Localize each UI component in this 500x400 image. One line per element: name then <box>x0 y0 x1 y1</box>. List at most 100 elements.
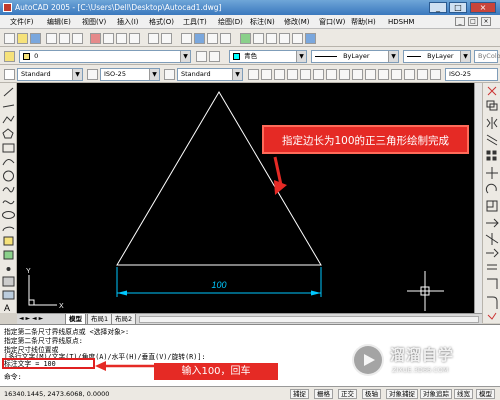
plotstyle-combo[interactable]: ByColor <box>474 50 500 63</box>
markup-icon[interactable] <box>292 33 303 44</box>
leader-icon[interactable] <box>365 69 376 80</box>
window-title: AutoCAD 2005 - [C:\Users\Dell\Desktop\Au… <box>15 3 222 12</box>
polar-toggle[interactable]: 极轴 <box>362 389 381 399</box>
aligned-dimension-icon[interactable] <box>261 69 272 80</box>
vertical-scrollbar[interactable] <box>474 83 482 313</box>
modify-toolbar <box>482 83 500 323</box>
text-style-value: Standard <box>21 70 51 78</box>
dimension-edit-icon[interactable] <box>404 69 415 80</box>
sheet-set-icon[interactable] <box>279 33 290 44</box>
open-icon[interactable] <box>17 33 28 44</box>
menu-edit[interactable]: 编辑(E) <box>47 17 71 27</box>
model-toggle[interactable]: 模型 <box>476 389 495 399</box>
text-style-icon[interactable] <box>4 69 15 80</box>
dimension-text-edit-icon[interactable] <box>417 69 428 80</box>
doc-minimize-button[interactable]: _ <box>455 17 465 26</box>
menu-hdshm[interactable]: HDSHM <box>388 17 414 27</box>
stretch-icon <box>486 218 499 228</box>
diameter-dimension-icon[interactable] <box>300 69 311 80</box>
menu-tools[interactable]: 工具(T) <box>183 17 207 27</box>
properties-icon[interactable] <box>240 33 251 44</box>
menu-help[interactable]: 帮助(H) <box>351 17 376 27</box>
menu-dimension[interactable]: 标注(N) <box>250 17 275 27</box>
color-swatch <box>233 52 240 60</box>
drawing-area[interactable]: 100 Y X <box>17 83 475 313</box>
menu-modify[interactable]: 修改(M) <box>284 17 310 27</box>
center-mark-icon[interactable] <box>391 69 402 80</box>
status-bar: 16340.1445, 2473.6068, 0.0000 捕捉 栅格 正交 极… <box>0 386 500 400</box>
copy-icon[interactable] <box>103 33 114 44</box>
osnap-toggle[interactable]: 对象捕捉 <box>386 389 418 399</box>
linetype-combo[interactable]: ByLayer ▼ <box>311 50 399 63</box>
zoom-realtime-icon[interactable] <box>194 33 205 44</box>
pan-icon[interactable] <box>181 33 192 44</box>
doc-close-button[interactable]: × <box>481 17 491 26</box>
chevron-down-icon: ▼ <box>460 51 470 62</box>
menu-draw[interactable]: 绘图(D) <box>218 17 243 27</box>
linetype-sample <box>315 55 337 57</box>
lineweight-toggle[interactable]: 线宽 <box>454 389 473 399</box>
otrack-toggle[interactable]: 对象追踪 <box>420 389 452 399</box>
menu-window[interactable]: 窗口(W) <box>319 17 345 27</box>
tool-palettes-icon[interactable] <box>266 33 277 44</box>
snap-toggle[interactable]: 捕捉 <box>290 389 309 399</box>
menu-view[interactable]: 视图(V) <box>82 17 106 27</box>
baseline-dimension-icon[interactable] <box>339 69 350 80</box>
help-icon[interactable] <box>305 33 316 44</box>
redo-icon[interactable] <box>161 33 172 44</box>
ordinate-dimension-icon[interactable] <box>274 69 285 80</box>
layer-previous-icon[interactable] <box>209 51 220 62</box>
dim-style-combo[interactable]: ISO-25 ▼ <box>100 68 160 81</box>
paste-icon[interactable] <box>116 33 127 44</box>
zoom-window-icon[interactable] <box>207 33 218 44</box>
dim-style-icon[interactable] <box>87 69 98 80</box>
lineweight-combo[interactable]: ByLayer ▼ <box>403 50 471 63</box>
publish-icon[interactable] <box>72 33 83 44</box>
match-properties-icon[interactable] <box>129 33 140 44</box>
cut-icon[interactable] <box>90 33 101 44</box>
dimension-update-icon[interactable] <box>430 69 441 80</box>
grid-toggle[interactable]: 栅格 <box>314 389 333 399</box>
table-style-icon[interactable] <box>164 69 175 80</box>
close-button[interactable]: × <box>470 2 496 13</box>
layer-combo[interactable]: 0 ▼ <box>19 50 191 63</box>
ucs-x-label: X <box>59 303 64 310</box>
preview-icon[interactable] <box>59 33 70 44</box>
table-style-combo[interactable]: Standard ▼ <box>177 68 243 81</box>
revision-cloud-icon <box>2 186 15 193</box>
new-icon[interactable] <box>4 33 15 44</box>
hatch-icon <box>2 276 15 287</box>
radius-dimension-icon[interactable] <box>287 69 298 80</box>
linear-dimension-icon[interactable] <box>248 69 259 80</box>
print-icon[interactable] <box>46 33 57 44</box>
undo-icon[interactable] <box>148 33 159 44</box>
chevron-down-icon: ▼ <box>180 51 190 62</box>
horizontal-scrollbar[interactable] <box>139 316 479 323</box>
make-current-layer-icon[interactable] <box>196 51 207 62</box>
tolerance-icon[interactable] <box>378 69 389 80</box>
zoom-previous-icon[interactable] <box>220 33 231 44</box>
rectangle-icon <box>2 143 15 153</box>
drawing-svg[interactable]: 100 Y X <box>17 83 475 313</box>
menu-insert[interactable]: 插入(I) <box>117 17 139 27</box>
continue-dimension-icon[interactable] <box>352 69 363 80</box>
dimension-arrow-right <box>311 290 321 296</box>
tab-scroll-arrows[interactable]: ◄ ► ◄ ► <box>19 315 43 322</box>
command-prompt[interactable]: 命令: <box>4 373 22 382</box>
quick-dimension-icon[interactable] <box>326 69 337 80</box>
design-center-icon[interactable] <box>253 33 264 44</box>
layer-manager-icon[interactable] <box>4 51 15 62</box>
color-combo[interactable]: 青色 ▼ <box>229 50 307 63</box>
doc-restore-button[interactable]: □ <box>468 17 478 26</box>
command-line-1: 指定第二条尺寸界线原点或 <选择对象>: <box>4 328 130 336</box>
autocad-window: AutoCAD 2005 - [C:\Users\Dell\Desktop\Au… <box>0 0 500 400</box>
minimize-button[interactable]: _ <box>429 2 447 13</box>
angular-dimension-icon[interactable] <box>313 69 324 80</box>
text-style-combo[interactable]: Standard ▼ <box>17 68 83 81</box>
menu-file[interactable]: 文件(F) <box>10 17 34 27</box>
maximize-button[interactable]: □ <box>449 2 467 13</box>
save-icon[interactable] <box>30 33 41 44</box>
ortho-toggle[interactable]: 正交 <box>338 389 357 399</box>
menu-format[interactable]: 格式(O) <box>149 17 174 27</box>
dim-style-right-combo[interactable]: ISO-25 <box>445 68 498 81</box>
